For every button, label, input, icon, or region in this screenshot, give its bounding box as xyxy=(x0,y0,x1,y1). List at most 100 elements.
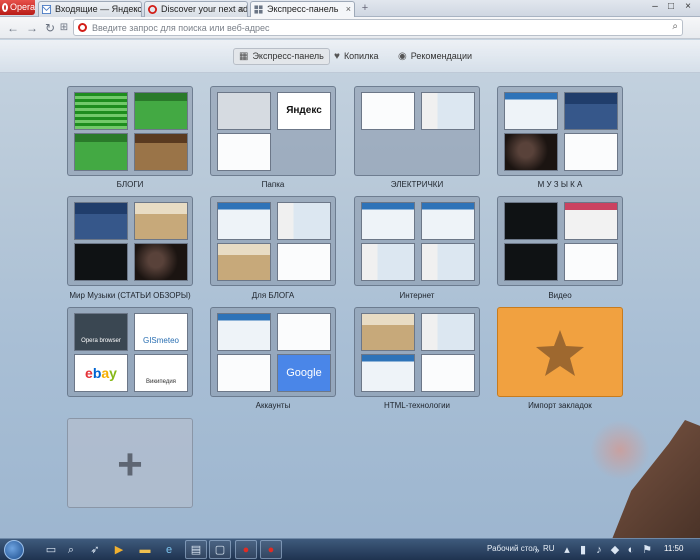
thumbnail xyxy=(134,202,188,240)
thumbnail xyxy=(74,92,128,130)
close-window-icon[interactable]: × xyxy=(681,0,695,14)
tab-label: Экспресс-панель xyxy=(252,51,324,61)
minimize-icon[interactable]: – xyxy=(648,0,662,14)
new-tab-button[interactable]: + xyxy=(359,3,371,14)
thumbnail xyxy=(504,202,558,240)
tab-mail[interactable]: Входящие — Яндекс.Почта × xyxy=(38,1,142,17)
computer-icon[interactable]: ▭ xyxy=(44,543,58,557)
speed-dial-folder-music-world[interactable] xyxy=(67,196,193,286)
close-icon[interactable]: × xyxy=(346,2,351,16)
close-icon[interactable]: × xyxy=(133,2,138,16)
network-icon[interactable]: ▮ xyxy=(576,543,590,557)
google-thumbnail: Google xyxy=(277,354,331,392)
tile-label: Интернет xyxy=(399,291,435,300)
mail-icon xyxy=(42,5,51,14)
back-icon[interactable]: ← xyxy=(5,20,21,36)
wikipedia-thumbnail: Википедия xyxy=(134,354,188,392)
folder-icon[interactable]: ▬ xyxy=(138,543,152,557)
search-icon[interactable]: ⌕ xyxy=(64,543,78,557)
explorer-icon: ▤ xyxy=(190,544,202,556)
chevron-icon[interactable]: » xyxy=(530,543,544,557)
opera-icon: ● xyxy=(242,544,250,556)
search-icon[interactable]: ⌕ xyxy=(672,21,678,32)
thumbnail xyxy=(421,202,475,240)
thumbnail xyxy=(277,243,331,281)
opera-logo-icon xyxy=(2,3,8,12)
clock[interactable]: 11:50 xyxy=(664,544,683,553)
speed-dial-folder-html[interactable] xyxy=(354,307,480,397)
speed-dial-folder-accounts[interactable]: Google xyxy=(210,307,336,397)
thumbnail xyxy=(134,133,188,171)
thumbnail xyxy=(277,202,331,240)
address-bar: ← → ↻ ⊞ ⌕ xyxy=(0,17,700,39)
thumbnail-text: GISmeteo xyxy=(142,336,179,345)
thumbnail xyxy=(74,133,128,171)
speed-dial-folder-internet[interactable] xyxy=(354,196,480,286)
grid-icon: ▦ xyxy=(239,51,249,62)
tab-stash[interactable]: ♥ Копилка xyxy=(334,48,378,65)
opera-icon xyxy=(78,23,87,32)
tab-label: Копилка xyxy=(343,51,379,61)
thumbnail xyxy=(277,313,331,351)
bird-icon[interactable]: ➶ xyxy=(88,543,102,557)
url-field[interactable]: ⌕ xyxy=(73,19,683,36)
windows-taskbar: ▭ ⌕ ➶ ▶ ▬ e ▤ ▢ ● ● Рабочий стол » RU ▴ … xyxy=(0,538,700,560)
volume-icon[interactable]: ♪ xyxy=(592,543,606,557)
update-icon[interactable]: ◐ xyxy=(624,543,638,557)
opera-menu-button[interactable]: Opera xyxy=(0,0,35,15)
tab-strip: Opera Входящие — Яндекс.Почта × Discover… xyxy=(0,0,700,17)
start-button[interactable] xyxy=(4,540,24,560)
thumbnail xyxy=(217,92,271,130)
speed-dial-folder-video[interactable] xyxy=(497,196,623,286)
thumbnail xyxy=(504,243,558,281)
thumbnail-text: Opera browser xyxy=(81,338,121,344)
media-player-icon[interactable]: ▶ xyxy=(112,543,126,557)
thumbnail xyxy=(134,243,188,281)
speed-dial-folder-music[interactable] xyxy=(497,86,623,176)
tab-title: Discover your next adventure xyxy=(161,4,248,14)
tab-label: Рекомендации xyxy=(410,51,473,61)
thumbnail xyxy=(504,133,558,171)
tab-discover[interactable]: Discover your next adventure × xyxy=(144,1,248,17)
language-indicator[interactable]: RU xyxy=(543,544,555,553)
taskbar-slot[interactable]: ● xyxy=(260,540,282,559)
speed-dial-folder-for-blog[interactable] xyxy=(210,196,336,286)
window-icon: ▢ xyxy=(214,544,226,556)
tab-title: Входящие — Яндекс.Почта xyxy=(55,4,142,14)
thumbnail xyxy=(217,202,271,240)
thumbnail xyxy=(217,133,271,171)
forward-icon[interactable]: → xyxy=(24,20,40,36)
ebay-thumbnail: ebay xyxy=(74,354,128,392)
flag-icon[interactable]: ⚑ xyxy=(640,543,654,557)
eye-icon: ◉ xyxy=(398,51,407,62)
speed-dial-folder-misc[interactable]: Opera browser GISmeteo ebay Википедия xyxy=(67,307,193,397)
url-input[interactable] xyxy=(92,21,652,34)
tile-label: Папка xyxy=(261,180,285,189)
speed-dial-toolbar: ▦ Экспресс-панель ♥ Копилка ◉ Рекомендац… xyxy=(0,40,700,73)
heart-icon: ♥ xyxy=(334,51,340,62)
thumbnail xyxy=(564,202,618,240)
antivirus-icon[interactable]: ◆ xyxy=(608,543,622,557)
maximize-icon[interactable]: □ xyxy=(664,0,678,14)
yandex-logo-text: Яндекс xyxy=(286,105,322,116)
opera-menu-label: Opera xyxy=(9,2,35,12)
tab-speed-dial-panel[interactable]: ▦ Экспресс-панель xyxy=(233,48,330,65)
thumbnail xyxy=(504,92,558,130)
close-icon[interactable]: × xyxy=(239,2,244,16)
thumbnail-text: Google xyxy=(286,367,322,379)
gismeteo-thumbnail: GISmeteo xyxy=(134,313,188,351)
taskbar-slot[interactable]: ▢ xyxy=(209,540,231,559)
add-speed-dial-button[interactable]: + xyxy=(67,418,193,508)
tile-label: Мир Музыки (СТАТЬИ ОБЗОРЫ) xyxy=(69,291,191,300)
speed-dial-folder-blogs[interactable] xyxy=(67,86,193,176)
speed-dial-folder-elektrichki[interactable] xyxy=(354,86,480,176)
taskbar-slot[interactable]: ● xyxy=(235,540,257,559)
speed-dial-folder-papka[interactable]: Яндекс xyxy=(210,86,336,176)
taskbar-slot[interactable]: ▤ xyxy=(185,540,207,559)
import-bookmarks-tile[interactable] xyxy=(497,307,623,397)
tab-discover[interactable]: ◉ Рекомендации xyxy=(398,48,472,65)
internet-explorer-icon[interactable]: e xyxy=(162,543,176,557)
tab-speed-dial[interactable]: Экспресс-панель × xyxy=(250,1,355,17)
tray-icon[interactable]: ▴ xyxy=(560,543,574,557)
speed-dial-grid-icon[interactable]: ⊞ xyxy=(56,20,72,36)
